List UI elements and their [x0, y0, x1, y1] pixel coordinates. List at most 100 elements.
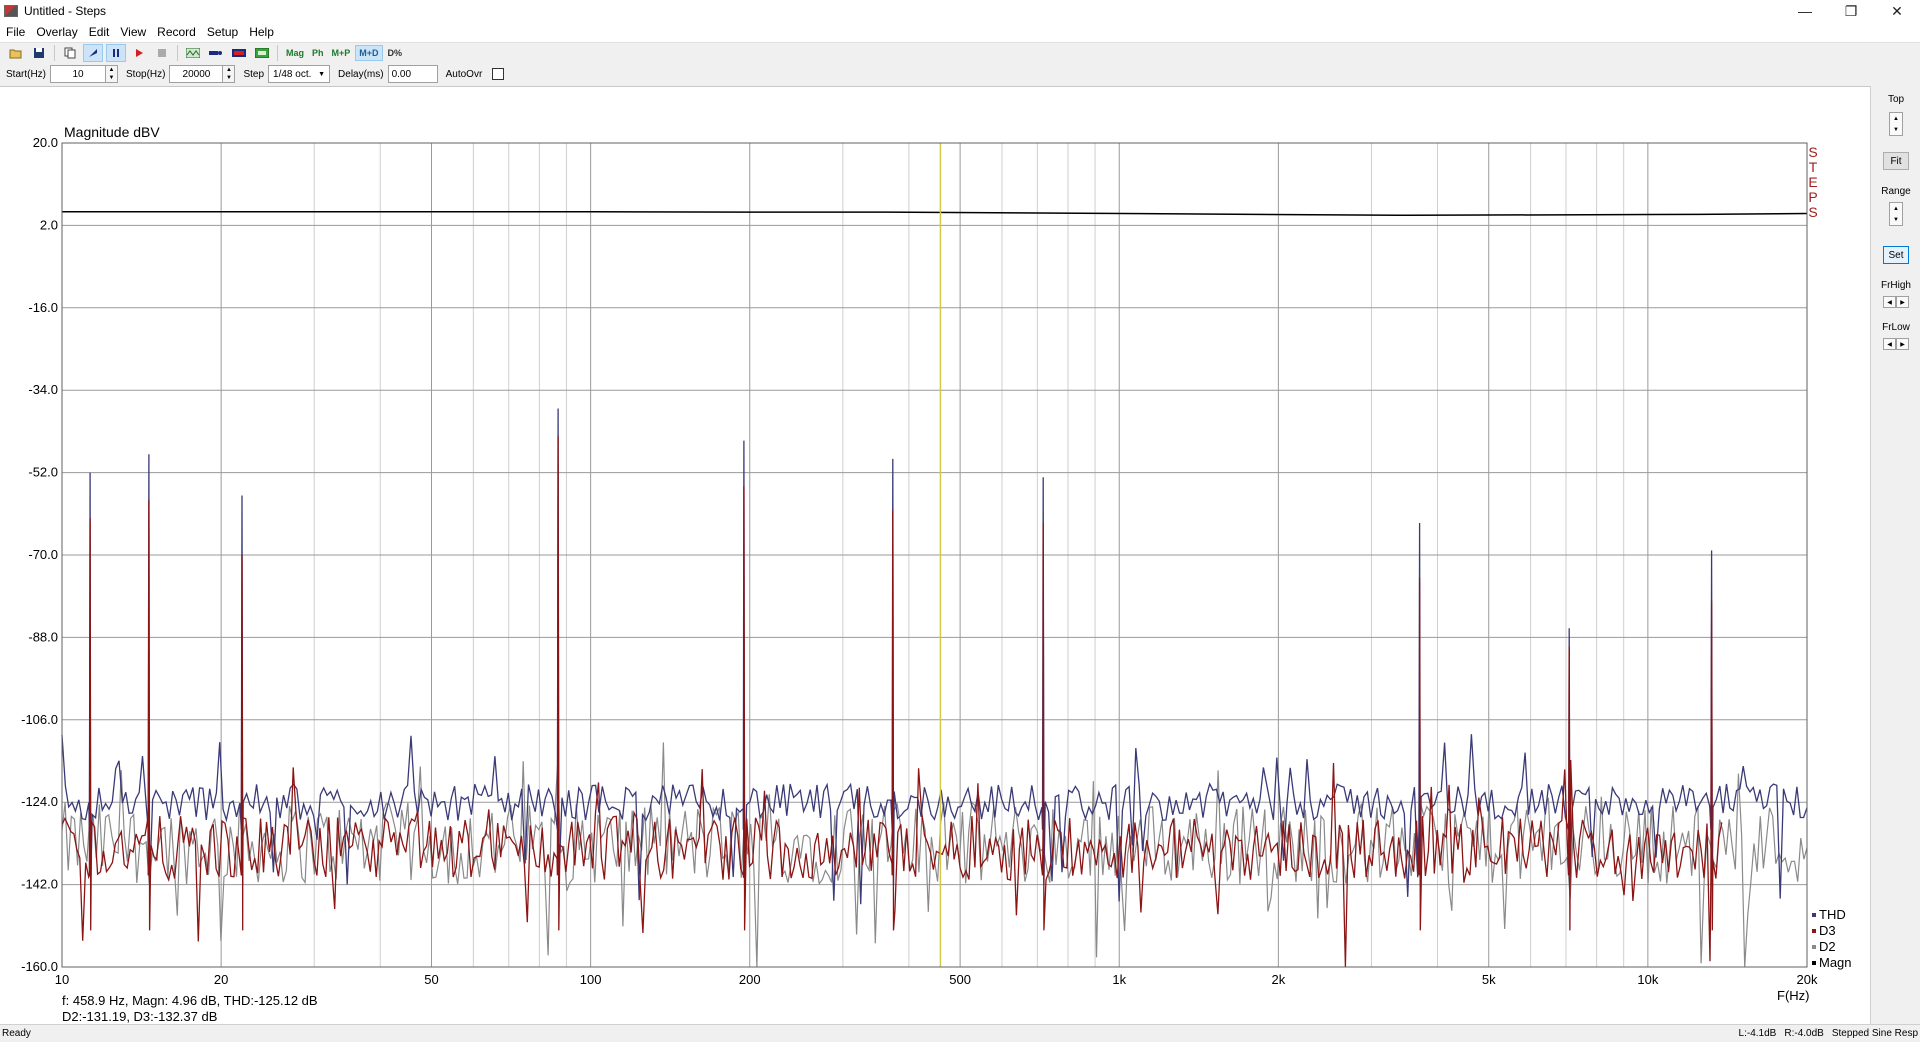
spin-down-icon[interactable]: ▼: [1893, 127, 1899, 133]
monitor-icon[interactable]: [252, 44, 272, 62]
x-tick-label: 200: [739, 972, 761, 987]
measurement-mode: Stepped Sine Resp: [1831, 1028, 1918, 1039]
legend-swatch: [1812, 928, 1816, 933]
spin-down-icon[interactable]: ▼: [226, 75, 232, 81]
copy-icon[interactable]: [60, 44, 80, 62]
generator-icon[interactable]: [183, 44, 203, 62]
title-bar: Untitled - Steps — ❐ ✕: [0, 0, 1920, 22]
x-tick-label: 10k: [1637, 972, 1658, 987]
menu-edit[interactable]: Edit: [83, 25, 115, 39]
y-tick-label: -88.0: [28, 629, 58, 644]
stop-icon[interactable]: [152, 44, 172, 62]
frhigh-stepper[interactable]: ◀ ▶: [1883, 296, 1909, 308]
stop-spinner[interactable]: ▲ ▼: [223, 65, 236, 83]
plot-area[interactable]: 20.0 2.0 -16.0 -34.0 -52.0 -70.0 -88.0 -106.0 -1…: [0, 86, 1870, 1024]
series-line-thd: [61, 408, 1808, 905]
spin-up-icon[interactable]: ▲: [1893, 206, 1899, 212]
record-play-icon[interactable]: [129, 44, 149, 62]
mag-distortion-button[interactable]: M+D: [355, 44, 383, 61]
output-icon[interactable]: [229, 44, 249, 62]
legend-label: THD: [1819, 907, 1846, 922]
step-select[interactable]: 1/48 oct. ▼: [268, 65, 331, 83]
frlow-stepper[interactable]: ◀ ▶: [1883, 338, 1909, 350]
x-tick-label: 100: [580, 972, 602, 987]
menu-bar: File Overlay Edit View Record Setup Help: [0, 22, 1920, 42]
spin-up-icon[interactable]: ▲: [226, 67, 232, 73]
status-text: Ready: [2, 1028, 31, 1039]
series-line-d2: [61, 742, 1808, 968]
brand-letter: S: [1808, 204, 1817, 220]
chevron-right-icon[interactable]: ▶: [1896, 296, 1909, 308]
cursor-tool-icon[interactable]: [83, 43, 103, 62]
cursor-readout-line2: D2:-131.19, D3:-132.37 dB: [62, 1009, 218, 1024]
menu-view[interactable]: View: [114, 25, 151, 39]
distortion-percent-button[interactable]: D%: [385, 45, 406, 61]
autoovr-label: AutoOvr: [445, 68, 483, 80]
minimize-button[interactable]: —: [1782, 0, 1828, 22]
autoovr-checkbox[interactable]: [492, 68, 505, 80]
chevron-right-icon[interactable]: ▶: [1896, 338, 1909, 350]
series-line-d3: [61, 435, 1723, 968]
open-folder-icon[interactable]: [6, 44, 26, 62]
x-tick-label: 1k: [1112, 972, 1126, 987]
y-axis-title: Magnitude dBV: [64, 124, 160, 140]
stop-hz-field[interactable]: 20000: [169, 65, 224, 83]
range-spinner[interactable]: ▲ ▼: [1889, 202, 1903, 226]
x-tick-label: 20: [214, 972, 228, 987]
left-level: L:-4.1dB: [1738, 1028, 1777, 1039]
legend-swatch: [1812, 912, 1816, 917]
x-tick-label: 2k: [1272, 972, 1286, 987]
step-select-value: 1/48 oct.: [273, 68, 312, 80]
y-tick-label: -70.0: [28, 547, 58, 562]
spin-up-icon[interactable]: ▲: [109, 67, 115, 73]
mag-phase-button[interactable]: M+P: [329, 45, 354, 61]
chevron-left-icon[interactable]: ◀: [1883, 296, 1896, 308]
brand-letter: S: [1808, 144, 1817, 160]
menu-overlay[interactable]: Overlay: [30, 25, 82, 39]
spin-up-icon[interactable]: ▲: [1893, 116, 1899, 122]
legend-label: D3: [1819, 923, 1836, 938]
brand-letter: T: [1809, 159, 1818, 175]
x-tick-label: 500: [949, 972, 971, 987]
window-title: Untitled - Steps: [24, 4, 107, 18]
menu-file[interactable]: File: [0, 25, 30, 39]
chevron-down-icon: ▼: [318, 70, 326, 78]
start-spinner[interactable]: ▲ ▼: [106, 65, 118, 83]
start-hz-field[interactable]: 10: [50, 65, 106, 83]
toolbar-separator: [54, 44, 55, 61]
delay-field[interactable]: 0.00: [387, 65, 438, 83]
ph-button[interactable]: Ph: [309, 45, 327, 61]
sweep-parameters: Start(Hz) 10 ▲ ▼ Stop(Hz) 20000 ▲ ▼ Step 1…: [0, 62, 1920, 86]
app-icon: [4, 5, 18, 17]
save-icon[interactable]: [29, 44, 49, 62]
fit-button[interactable]: Fit: [1883, 152, 1909, 170]
pause-icon[interactable]: [106, 43, 126, 62]
spin-down-icon[interactable]: ▼: [1893, 217, 1899, 223]
brand-letter: E: [1808, 174, 1817, 190]
toolbar: Mag Ph M+P M+D D%: [0, 42, 1920, 62]
frlow-label: FrLow: [1882, 322, 1910, 333]
top-label: Top: [1887, 94, 1905, 105]
y-tick-label: 20.0: [33, 135, 58, 150]
menu-setup[interactable]: Setup: [201, 25, 243, 39]
menu-record[interactable]: Record: [151, 25, 201, 39]
x-tick-label: 10: [55, 972, 69, 987]
input-icon[interactable]: [206, 44, 226, 62]
mag-button[interactable]: Mag: [283, 45, 307, 61]
close-button[interactable]: ✕: [1874, 0, 1920, 22]
restore-button[interactable]: ❐: [1828, 0, 1874, 22]
y-tick-label: -142.0: [21, 877, 58, 892]
top-spinner[interactable]: ▲ ▼: [1889, 112, 1903, 136]
y-tick-label: -160.0: [21, 959, 58, 974]
magnitude-distortion-chart[interactable]: 20.0 2.0 -16.0 -34.0 -52.0 -70.0 -88.0 -106.0 -1…: [0, 87, 1870, 1025]
x-axis-title: F(Hz): [1777, 988, 1810, 1003]
delay-label: Delay(ms): [338, 68, 384, 80]
series-line-magn: [62, 211, 1808, 217]
stop-label: Stop(Hz): [126, 68, 166, 80]
menu-help[interactable]: Help: [243, 25, 279, 39]
chevron-left-icon[interactable]: ◀: [1883, 338, 1896, 350]
right-level: R:-4.0dB: [1784, 1028, 1824, 1039]
spin-down-icon[interactable]: ▼: [109, 75, 115, 81]
start-label: Start(Hz): [6, 68, 46, 80]
set-button[interactable]: Set: [1883, 246, 1909, 264]
